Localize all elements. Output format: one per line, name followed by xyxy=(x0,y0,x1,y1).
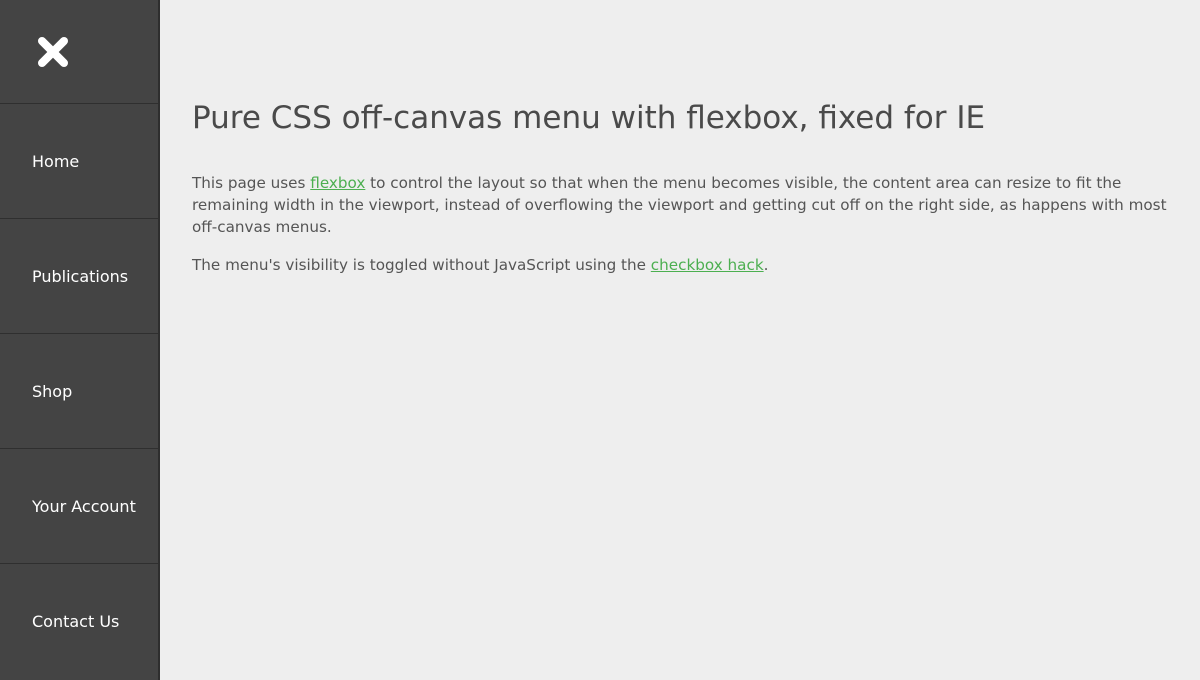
paragraph-text: The menu's visibility is toggled without… xyxy=(192,256,651,274)
menu-item-publications[interactable]: Publications xyxy=(0,219,158,334)
page-layout: Home Publications Shop Your Account Cont… xyxy=(0,0,1200,680)
paragraph-text: . xyxy=(763,256,769,274)
menu-item-label: Shop xyxy=(32,381,73,401)
toggle-paragraph: The menu's visibility is toggled without… xyxy=(192,254,1170,276)
menu-item-label: Publications xyxy=(32,266,129,286)
menu-item-your-account[interactable]: Your Account xyxy=(0,449,158,564)
menu-item-shop[interactable]: Shop xyxy=(0,334,158,449)
close-icon xyxy=(38,36,68,67)
paragraph-text: This page uses xyxy=(192,174,311,192)
menu-item-home[interactable]: Home xyxy=(0,104,158,219)
menu-item-label: Contact Us xyxy=(32,612,120,631)
page-title: Pure CSS off-canvas menu with flexbox, f… xyxy=(192,100,986,136)
menu-close-button[interactable] xyxy=(0,0,158,104)
flexbox-link[interactable]: flexbox xyxy=(310,174,365,192)
menu-item-contact-us[interactable]: Contact Us xyxy=(0,564,158,679)
off-canvas-menu: Home Publications Shop Your Account Cont… xyxy=(0,0,160,680)
menu-item-label: Your Account xyxy=(32,496,136,516)
content-area: Pure CSS off-canvas menu with flexbox, f… xyxy=(160,0,1200,680)
intro-paragraph: This page uses flexbox to control the la… xyxy=(192,172,1170,238)
checkbox-hack-link[interactable]: checkbox hack xyxy=(651,256,764,274)
menu-item-label: Home xyxy=(32,151,80,171)
